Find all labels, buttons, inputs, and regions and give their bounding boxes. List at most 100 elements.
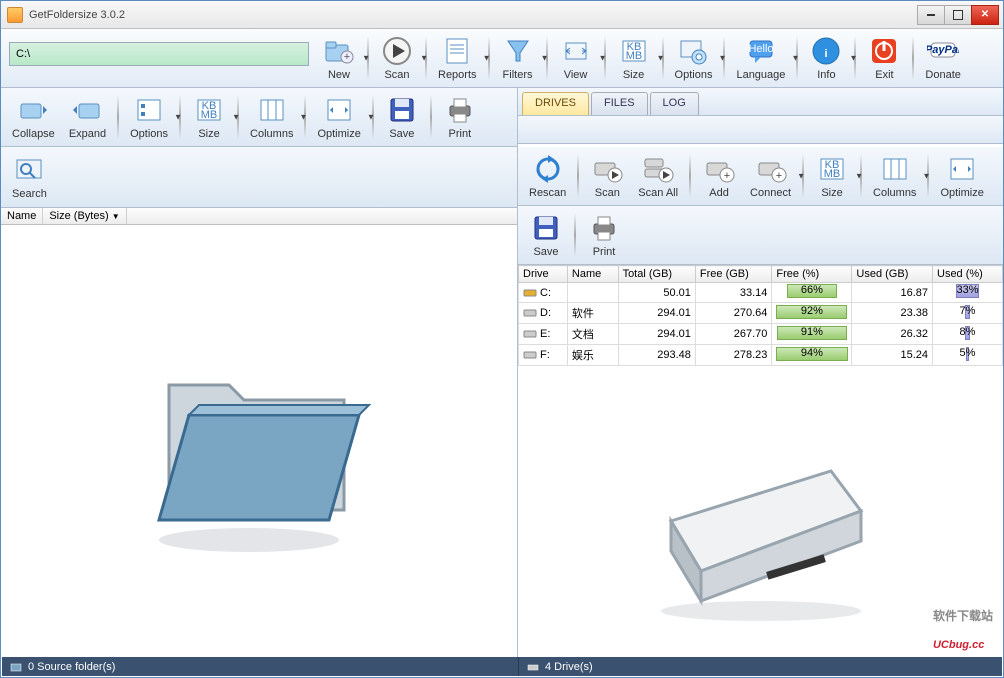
refresh-icon: [532, 153, 564, 185]
gear-icon: [677, 35, 709, 67]
folder-collapse-icon: [17, 94, 49, 126]
left-print-button[interactable]: Print: [436, 91, 484, 143]
kb-mb-icon: KBMB: [816, 153, 848, 185]
svg-text:MB: MB: [824, 168, 841, 180]
svg-text:+: +: [724, 170, 730, 182]
path-input[interactable]: C:\: [9, 42, 309, 66]
drive-play-icon: [591, 153, 623, 185]
right-save-button[interactable]: Save: [522, 209, 570, 261]
expand-button[interactable]: Expand: [62, 91, 113, 143]
scan-all-button[interactable]: Scan All: [631, 150, 685, 202]
filters-button[interactable]: Filters▼: [494, 32, 542, 84]
add-button[interactable]: + Add: [695, 150, 743, 202]
columns-icon: [879, 153, 911, 185]
donate-button[interactable]: PayPal Donate: [918, 32, 967, 84]
svg-text:MB: MB: [201, 109, 218, 121]
right-size-button[interactable]: KBMB Size▼: [808, 150, 856, 202]
view-button[interactable]: View▼: [552, 32, 600, 84]
maximize-button[interactable]: [944, 5, 972, 25]
status-right: 4 Drive(s): [545, 661, 593, 673]
scan-button[interactable]: Scan▼: [373, 32, 421, 84]
th-total[interactable]: Total (GB): [618, 266, 695, 283]
connect-button[interactable]: + Connect▼: [743, 150, 798, 202]
th-used[interactable]: Used (GB): [852, 266, 933, 283]
drive-add-icon: +: [703, 153, 735, 185]
rescan-button[interactable]: Rescan: [522, 150, 573, 202]
print-icon: [588, 212, 620, 244]
table-row[interactable]: D:软件294.01270.6492%23.387%: [519, 303, 1003, 324]
info-button[interactable]: i Info▼: [802, 32, 850, 84]
drive-table: Drive Name Total (GB) Free (GB) Free (%)…: [518, 265, 1003, 366]
app-icon: [7, 7, 23, 23]
right-print-button[interactable]: Print: [580, 209, 628, 261]
col-name[interactable]: Name: [1, 208, 43, 224]
power-icon: [868, 35, 900, 67]
size-button[interactable]: KBMB Size▼: [610, 32, 658, 84]
save-icon: [386, 94, 418, 126]
paypal-icon: PayPal: [927, 35, 959, 67]
sort-desc-icon: ▼: [112, 212, 120, 221]
table-row[interactable]: F:娱乐293.48278.2394%15.245%: [519, 345, 1003, 366]
titlebar: GetFoldersize 3.0.2: [1, 1, 1003, 29]
svg-text:MB: MB: [625, 50, 642, 62]
tab-bar: DRIVES FILES LOG: [518, 88, 1003, 116]
print-icon: [444, 94, 476, 126]
right-scan-button[interactable]: Scan: [583, 150, 631, 202]
kb-mb-icon: KBMB: [618, 35, 650, 67]
left-options-button[interactable]: Options▼: [123, 91, 175, 143]
table-row[interactable]: E:文档294.01267.7091%26.328%: [519, 324, 1003, 345]
left-optimize-button[interactable]: Optimize▼: [310, 91, 367, 143]
path-value: C:\: [16, 48, 30, 60]
minimize-button[interactable]: [917, 5, 945, 25]
exit-button[interactable]: Exit: [860, 32, 908, 84]
reports-icon: [441, 35, 473, 67]
funnel-icon: [502, 35, 534, 67]
svg-text:PayPal: PayPal: [927, 44, 959, 56]
left-save-button[interactable]: Save: [378, 91, 426, 143]
options-button[interactable]: Options▼: [668, 32, 720, 84]
right-optimize-button[interactable]: Optimize: [933, 150, 990, 202]
reports-button[interactable]: Reports▼: [431, 32, 484, 84]
columns-icon: [256, 94, 288, 126]
th-free-pct[interactable]: Free (%): [772, 266, 852, 283]
col-size[interactable]: Size (Bytes) ▼: [43, 208, 126, 224]
table-row[interactable]: C:50.0133.1466%16.8733%: [519, 283, 1003, 303]
folder-expand-icon: [71, 94, 103, 126]
tab-drives[interactable]: DRIVES: [522, 92, 589, 115]
th-drive[interactable]: Drive: [519, 266, 568, 283]
language-button[interactable]: Hello Language▼: [729, 32, 792, 84]
right-toolbar: Rescan Scan Scan All + Add + Connect▼: [518, 147, 1003, 206]
th-used-pct[interactable]: Used (%): [933, 266, 1003, 283]
optimize-icon: [323, 94, 355, 126]
left-columns-button[interactable]: Columns▼: [243, 91, 300, 143]
left-size-button[interactable]: KBMB Size▼: [185, 91, 233, 143]
svg-text:Hello: Hello: [748, 43, 773, 55]
drives-play-icon: [642, 153, 674, 185]
svg-text:i: i: [825, 48, 828, 60]
status-bar: 0 Source folder(s) 4 Drive(s): [2, 657, 1002, 676]
status-left: 0 Source folder(s): [28, 661, 115, 673]
close-button[interactable]: [971, 5, 999, 25]
tab-log[interactable]: LOG: [650, 92, 699, 115]
left-toolbar: Collapse Expand Options▼ KBMB Size▼ Colu…: [1, 88, 517, 147]
new-button[interactable]: + New▼: [315, 32, 363, 84]
svg-text:+: +: [775, 170, 781, 182]
tab-files[interactable]: FILES: [591, 92, 648, 115]
right-columns-button[interactable]: Columns▼: [866, 150, 923, 202]
right-toolbar-2: Save Print: [518, 206, 1003, 265]
save-icon: [530, 212, 562, 244]
collapse-button[interactable]: Collapse: [5, 91, 62, 143]
left-toolbar-2: Search: [1, 147, 517, 208]
kb-mb-icon: KBMB: [193, 94, 225, 126]
svg-text:+: +: [344, 51, 350, 63]
search-button[interactable]: Search: [5, 151, 54, 203]
th-name[interactable]: Name: [567, 266, 618, 283]
optimize-icon: [946, 153, 978, 185]
window-title: GetFoldersize 3.0.2: [29, 9, 125, 21]
th-free[interactable]: Free (GB): [695, 266, 772, 283]
folder-new-icon: +: [323, 35, 355, 67]
arrows-horizontal-icon: [560, 35, 592, 67]
folder-small-icon: [10, 661, 22, 673]
left-folder-illustration: [1, 225, 517, 665]
info-icon: i: [810, 35, 842, 67]
